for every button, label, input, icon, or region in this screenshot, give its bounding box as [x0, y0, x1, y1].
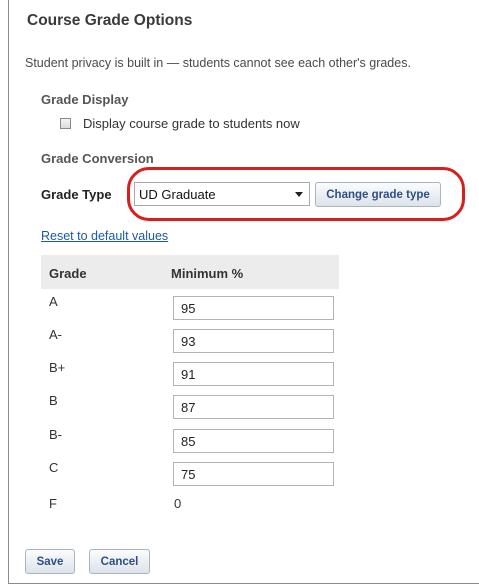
grade-type-label: Grade Type [41, 187, 112, 202]
minimum-input-a[interactable]: 95 [173, 296, 334, 320]
grade-row-label: A [49, 294, 58, 309]
display-grade-checkbox-label: Display course grade to students now [83, 116, 300, 131]
course-grade-options-panel: Course Grade Options Student privacy is … [8, 0, 479, 584]
display-grade-checkbox[interactable] [60, 118, 71, 129]
grade-row-label: B- [49, 427, 62, 442]
grade-display-heading: Grade Display [41, 92, 129, 107]
change-grade-type-button[interactable]: Change grade type [315, 182, 441, 207]
minimum-input-c[interactable]: 75 [173, 462, 334, 486]
minimum-input-b-minus[interactable]: 85 [173, 429, 334, 453]
cancel-button[interactable]: Cancel [89, 549, 150, 574]
grade-row-label: C [49, 460, 59, 475]
grade-conversion-heading: Grade Conversion [41, 151, 154, 166]
display-grade-option[interactable]: Display course grade to students now [60, 116, 300, 131]
minimum-input-a-minus[interactable]: 93 [173, 329, 334, 353]
grade-type-select[interactable]: UD Graduate [134, 182, 310, 206]
grade-row-label: B [49, 393, 58, 408]
minimum-input-b[interactable]: 87 [173, 395, 334, 419]
minimum-input-b-plus[interactable]: 91 [173, 362, 334, 386]
grade-row-label: A- [49, 327, 62, 342]
reset-defaults-link[interactable]: Reset to default values [41, 229, 168, 243]
grade-column-header: Grade [49, 266, 87, 281]
privacy-note: Student privacy is built in — students c… [25, 56, 411, 70]
grade-row-label: B+ [49, 360, 66, 375]
chevron-down-icon [295, 192, 303, 197]
grade-type-selected-value: UD Graduate [139, 186, 216, 202]
save-button[interactable]: Save [25, 549, 75, 574]
grade-table-header: Grade Minimum % [41, 255, 339, 289]
page-title: Course Grade Options [27, 12, 193, 29]
minimum-value-f: 0 [174, 496, 182, 511]
minimum-column-header: Minimum % [171, 266, 244, 281]
grade-row-label: F [49, 496, 57, 511]
